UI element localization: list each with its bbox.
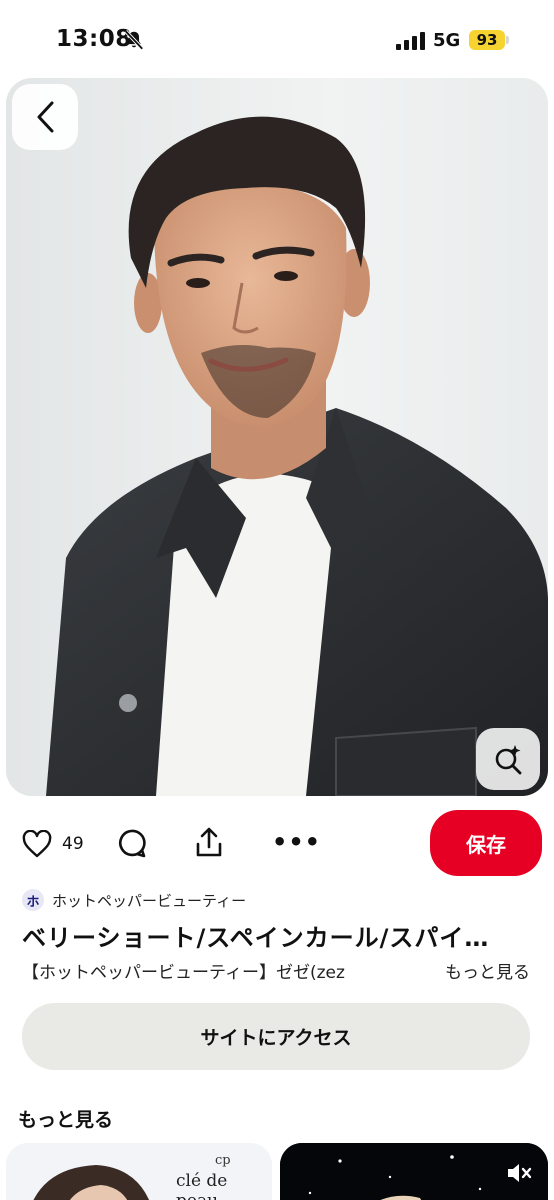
back-button[interactable] [12,84,78,150]
related-pin-card[interactable]: cp clé de peau [6,1143,272,1200]
mute-icon[interactable] [505,1161,533,1185]
description-text: 【ホットペッパービューティー】ゼゼ(zez [22,963,345,983]
read-more-link[interactable]: もっと見る [439,958,530,983]
save-button[interactable]: 保存 [430,810,542,876]
pin-image[interactable] [6,78,548,796]
status-bar: 13:08 5G 93 [0,0,554,78]
visit-site-button[interactable]: サイトにアクセス [22,1003,530,1070]
pin-source[interactable]: ホ ホットペッパービューティー [22,888,246,912]
source-avatar: ホ [22,889,44,911]
brand-mark-icon: cp [215,1153,231,1168]
visual-search-icon [495,745,522,775]
share-icon[interactable] [194,826,224,858]
more-dots-icon[interactable]: ••• [272,830,321,854]
heart-icon[interactable] [22,830,52,858]
pin-description: 【ホットペッパービューティー】ゼゼ(zez もっと見る [22,958,534,984]
like-count: 49 [62,834,84,854]
description-fade [382,958,432,984]
pin-title: ベリーショート/スペインカール/スパイ… [22,924,490,952]
battery-tip [506,36,509,44]
comment-icon[interactable] [116,828,146,858]
visual-search-button[interactable] [476,728,540,790]
source-name: ホットペッパービューティー [52,891,247,910]
battery-indicator: 93 [469,30,505,50]
signal-icon [396,32,425,50]
network-type: 5G [433,30,461,51]
back-arrow-icon [37,101,54,133]
status-time: 13:08 [56,26,132,52]
more-section-heading: もっと見る [18,1109,114,1131]
pin-actions: 49 ••• 保存 [0,810,554,876]
bell-off-icon [124,30,144,50]
portrait-photo [6,78,548,796]
brand-logo-text: clé de peau [176,1171,228,1200]
related-pin-card[interactable] [280,1143,548,1200]
